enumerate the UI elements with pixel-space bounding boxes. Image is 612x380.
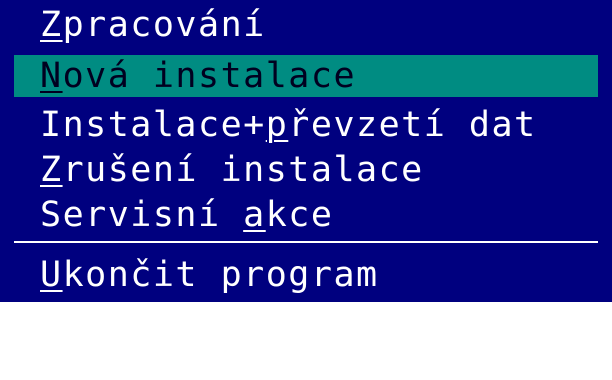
mnemonic-letter: U xyxy=(40,255,63,295)
menu-item-label: Zpracování xyxy=(40,4,266,46)
mnemonic-letter: p xyxy=(265,105,289,145)
menu-item-servisni-akce[interactable]: Servisní akce xyxy=(14,194,598,236)
menu-item-label: Servisní akce xyxy=(40,194,333,236)
menu-item-label: Ukončit program xyxy=(40,254,379,296)
label-rest: pracování xyxy=(62,5,266,45)
menu-item-zruseni-instalace[interactable]: Zrušení instalace xyxy=(14,149,598,191)
menu-item-label: Instalace+převzetí dat xyxy=(40,104,537,146)
mnemonic-letter: N xyxy=(40,56,63,96)
main-menu-panel: Zpracování Nová instalace Instalace+přev… xyxy=(0,0,612,302)
menu-item-nova-instalace[interactable]: Nová instalace xyxy=(14,55,598,97)
menu-item-instalace-prevzeti-dat[interactable]: Instalace+převzetí dat xyxy=(14,104,598,146)
menu-item-label: Nová instalace xyxy=(40,55,356,97)
label-rest: řevzetí dat xyxy=(288,105,537,145)
mnemonic-letter: Z xyxy=(40,5,63,45)
label-prefix: Servisní xyxy=(40,195,244,235)
label-rest: ová instalace xyxy=(62,56,357,96)
label-rest: končit program xyxy=(62,255,379,295)
label-prefix: Instalace+ xyxy=(40,105,266,145)
menu-item-label: Zrušení instalace xyxy=(40,149,424,191)
menu-separator xyxy=(14,241,598,243)
menu-item-ukoncit-program[interactable]: Ukončit program xyxy=(14,254,598,296)
mnemonic-letter: Z xyxy=(40,150,63,190)
label-rest: rušení instalace xyxy=(62,150,424,190)
mnemonic-letter: a xyxy=(243,195,266,235)
label-rest: kce xyxy=(265,195,334,235)
menu-item-zpracovani[interactable]: Zpracování xyxy=(14,4,598,46)
